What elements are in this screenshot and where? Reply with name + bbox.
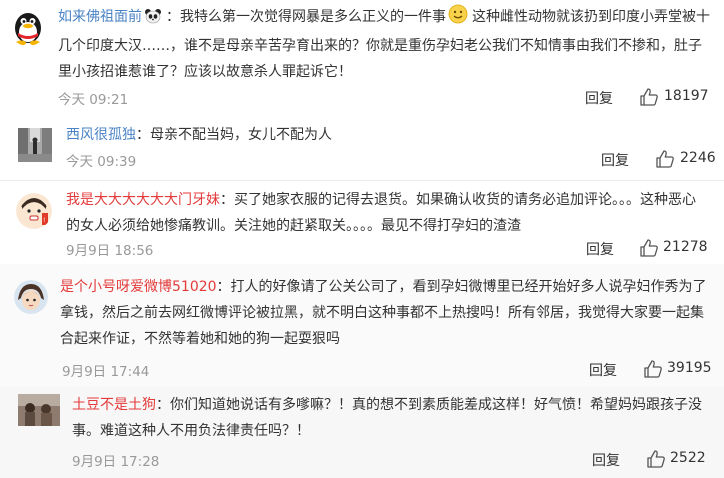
comment-text: 我特么第一次觉得网暴是多么正义的一件事 <box>180 9 446 25</box>
like-count: 39195 <box>667 360 712 376</box>
comment-item: 西风很孤独：母亲不配当妈，女儿不配为人 今天 09:39 回复 2246 <box>0 118 724 180</box>
thumbs-up-icon[interactable] <box>646 449 666 469</box>
panda-icon <box>144 7 162 33</box>
reply-button[interactable]: 回复 <box>601 150 629 170</box>
reply-button[interactable]: 回复 <box>589 360 617 380</box>
anime-girl-avatar-icon <box>14 280 48 314</box>
comment-body: 如来佛祖面前 ：我特么第一次觉得网暴是多么正义的一件事 这种雌性动物就该扔到印度小弄… <box>58 4 714 85</box>
thumbs-up-icon[interactable] <box>643 359 663 379</box>
username-link[interactable]: 西风很孤独 <box>66 127 136 143</box>
comment-meta: 今天 09:39 回复 2246 <box>0 150 724 172</box>
smiley-icon <box>448 4 468 33</box>
timestamp: 今天 09:21 <box>58 92 129 108</box>
separator: ： <box>156 397 170 413</box>
comment-body: 我是大大大大大大门牙妹：买了她家衣服的记得去退货。如果确认收货的请务必追加评论。… <box>66 187 700 239</box>
like-count: 18197 <box>664 88 709 104</box>
comment-meta: 9月9日 17:28 回复 2522 <box>0 450 724 472</box>
thumbs-up-icon[interactable] <box>639 87 659 107</box>
like-count: 2246 <box>680 150 716 166</box>
separator: ： <box>166 9 180 25</box>
penguin-avatar-icon <box>15 13 41 46</box>
comment-item: 如来佛祖面前 ：我特么第一次觉得网暴是多么正义的一件事 这种雌性动物就该扔到印度小弄… <box>0 0 724 118</box>
separator: ： <box>220 192 234 208</box>
photo-avatar-icon <box>18 394 60 426</box>
separator: ： <box>216 279 231 295</box>
like-count: 21278 <box>663 239 708 255</box>
thumbs-up-icon[interactable] <box>655 149 675 169</box>
comment-feed: 如来佛祖面前 ：我特么第一次觉得网暴是多么正义的一件事 这种雌性动物就该扔到印度小弄… <box>0 0 724 478</box>
reply-button[interactable]: 回复 <box>592 450 620 470</box>
timestamp: 9月9日 17:44 <box>62 364 150 380</box>
cartoon-girl-avatar-icon: ! <box>16 193 52 229</box>
reply-button[interactable]: 回复 <box>585 88 613 108</box>
comment-item: 土豆不是土狗：你们知道她说话有多嗲嘛？！真的想不到素质能差成这样！好气愤！希望妈… <box>0 386 724 478</box>
reply-button[interactable]: 回复 <box>586 239 614 259</box>
avatar[interactable] <box>14 280 48 314</box>
username-link[interactable]: 是个小号呀爱微博51020 <box>60 279 217 295</box>
svg-text:!: ! <box>43 217 45 224</box>
comment-item: ! 我是大大大大大大门牙妹：买了她家衣服的记得去退货。如果确认收货的请务必追加评… <box>0 180 724 265</box>
like-count: 2522 <box>670 450 706 466</box>
avatar[interactable] <box>8 6 48 46</box>
username-link[interactable]: 如来佛祖面前 <box>58 9 142 25</box>
comment-meta: 9月9日 17:44 回复 39195 <box>0 360 724 382</box>
comment-body: 是个小号呀爱微博51020：打人的好像请了公关公司了，看到孕妇微博里已经开始好多… <box>60 274 714 352</box>
timestamp: 9月9日 18:56 <box>66 243 154 259</box>
username-link[interactable]: 土豆不是土狗 <box>72 397 156 413</box>
comment-text: 母亲不配当妈，女儿不配为人 <box>150 127 332 143</box>
avatar[interactable] <box>18 394 60 426</box>
avatar[interactable]: ! <box>16 193 52 229</box>
comment-meta: 今天 09:21 回复 18197 <box>0 88 724 110</box>
timestamp: 9月9日 17:28 <box>72 454 160 470</box>
thumbs-up-icon[interactable] <box>639 238 659 258</box>
comment-item: 是个小号呀爱微博51020：打人的好像请了公关公司了，看到孕妇微博里已经开始好多… <box>0 264 724 386</box>
comment-body: 西风很孤独：母亲不配当妈，女儿不配为人 <box>66 122 706 148</box>
username-link[interactable]: 我是大大大大大大门牙妹 <box>66 192 220 208</box>
comment-body: 土豆不是土狗：你们知道她说话有多嗲嘛？！真的想不到素质能差成这样！好气愤！希望妈… <box>72 392 704 444</box>
separator: ： <box>136 127 150 143</box>
timestamp: 今天 09:39 <box>66 154 137 170</box>
comment-meta: 9月9日 18:56 回复 21278 <box>0 239 724 261</box>
